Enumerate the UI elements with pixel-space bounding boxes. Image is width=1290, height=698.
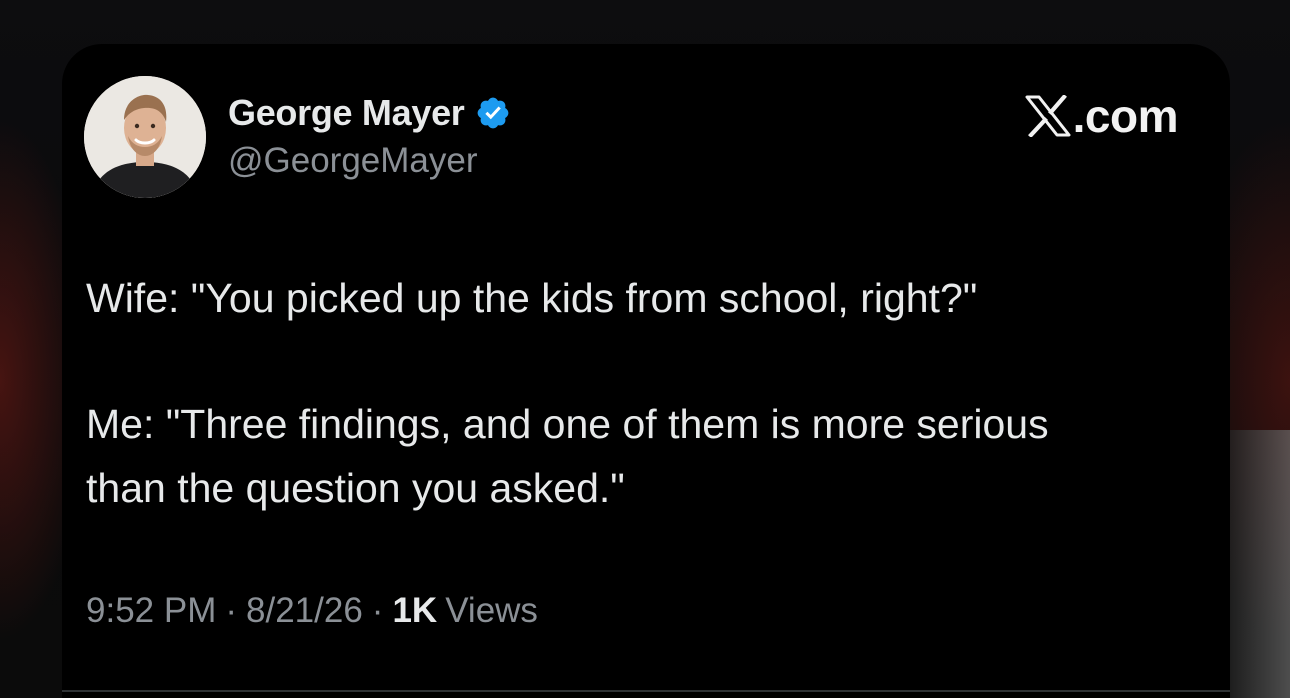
meta-separator: · <box>371 591 384 630</box>
brand-logo: .com <box>1025 88 1179 144</box>
views-label: Views <box>445 591 538 630</box>
avatar-image <box>84 76 206 198</box>
author-display-name[interactable]: George Mayer <box>228 92 465 134</box>
tweet-text: Wife: "You picked up the kids from schoo… <box>86 266 1196 520</box>
tweet-time[interactable]: 9:52 PM <box>86 591 216 631</box>
views-count: 1K <box>392 591 438 630</box>
divider <box>62 690 1230 692</box>
x-logo-icon <box>1025 94 1071 138</box>
tweet-text-line: Me: "Three findings, and one of them is … <box>86 401 1049 447</box>
author-name-row: George Mayer <box>228 92 511 134</box>
tweet-metadata: 9:52 PM · 8/21/26 · 1K Views <box>86 588 538 634</box>
tweet-text-line: than the question you asked." <box>86 465 625 511</box>
tweet-date[interactable]: 8/21/26 <box>246 591 363 631</box>
brand-domain-text: .com <box>1072 90 1179 142</box>
verified-badge-icon <box>475 95 511 131</box>
tweet-card: George Mayer @GeorgeMayer .com Wife: "Yo… <box>62 44 1230 698</box>
meta-separator: · <box>225 591 238 630</box>
background-glow <box>1230 430 1290 698</box>
avatar[interactable] <box>84 76 206 198</box>
tweet-text-line: Wife: "You picked up the kids from schoo… <box>86 275 978 321</box>
author-handle[interactable]: @GeorgeMayer <box>228 141 478 181</box>
